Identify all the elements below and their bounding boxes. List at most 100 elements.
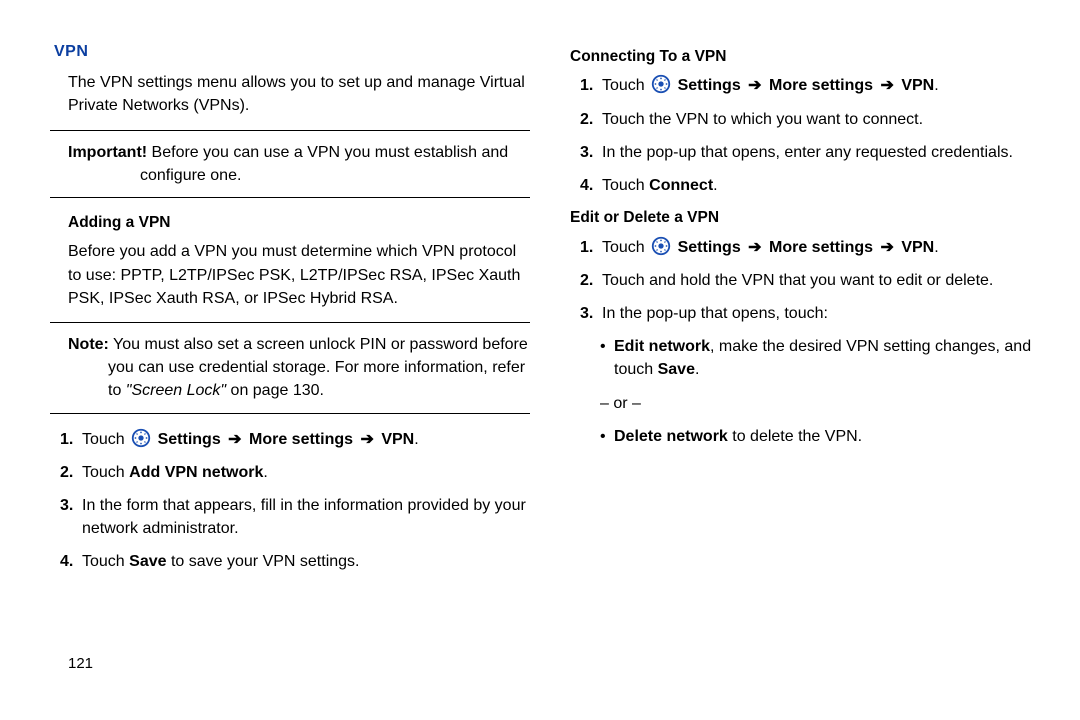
step-text: Touch Settings ➔ More settings ➔ VPN. (602, 236, 1050, 259)
period: . (263, 464, 267, 481)
arrow-icon: ➔ (357, 431, 376, 448)
note-ref: "Screen Lock" (126, 382, 226, 399)
important-label: Important! (68, 144, 147, 161)
note-text: Note: You must also set a screen unlock … (68, 333, 530, 403)
adding-step-1: 1. Touch Settings ➔ More settings ➔ VPN. (60, 428, 530, 451)
delete-network-label: Delete network (614, 428, 728, 445)
step-number: 1. (580, 236, 602, 259)
edit-bullet-1: • Edit network, make the desired VPN set… (600, 335, 1050, 381)
period: . (695, 361, 699, 378)
step-text: Touch Settings ➔ More settings ➔ VPN. (602, 74, 1050, 97)
step-text: Touch Connect. (602, 174, 1050, 197)
intro-text: The VPN settings menu allows you to set … (68, 71, 530, 117)
step-number: 3. (580, 141, 602, 164)
section-title-vpn: VPN (54, 40, 530, 63)
step-number: 2. (60, 461, 82, 484)
step-text: In the form that appears, fill in the in… (82, 494, 530, 540)
settings-icon (651, 74, 671, 94)
bullet-body: to delete the VPN. (728, 428, 862, 445)
bullet-text: Delete network to delete the VPN. (614, 425, 1050, 448)
step-text: In the pop-up that opens, touch: (602, 302, 1050, 325)
vpn-label: VPN (897, 77, 934, 94)
period: . (414, 431, 418, 448)
adding-step-3: 3. In the form that appears, fill in the… (60, 494, 530, 540)
connecting-step-4: 4. Touch Connect. (580, 174, 1050, 197)
connecting-step-3: 3. In the pop-up that opens, enter any r… (580, 141, 1050, 164)
edit-steps: 1. Touch Settings ➔ More settings ➔ VPN.… (570, 236, 1050, 326)
step-text: Touch Settings ➔ More settings ➔ VPN. (82, 428, 530, 451)
page-number: 121 (68, 653, 530, 675)
edit-step-2: 2. Touch and hold the VPN that you want … (580, 269, 1050, 292)
adding-vpn-intro: Before you add a VPN you must determine … (68, 240, 530, 310)
edit-network-label: Edit network (614, 338, 710, 355)
more-settings-label: More settings (765, 239, 878, 256)
more-settings-label: More settings (765, 77, 878, 94)
connecting-steps: 1. Touch Settings ➔ More settings ➔ VPN.… (570, 74, 1050, 197)
settings-icon (651, 236, 671, 256)
step-text: Touch and hold the VPN that you want to … (602, 269, 1050, 292)
arrow-icon: ➔ (745, 77, 764, 94)
save-label: Save (129, 553, 166, 570)
add-vpn-network-label: Add VPN network (129, 464, 263, 481)
step-number: 4. (580, 174, 602, 197)
step-number: 1. (580, 74, 602, 97)
bullet-dot: • (600, 335, 614, 381)
touch-label: Touch (602, 77, 649, 94)
step-number: 3. (60, 494, 82, 517)
important-body: Before you can use a VPN you must establ… (140, 144, 508, 184)
step-text: Touch Save to save your VPN settings. (82, 550, 530, 573)
touch-label: Touch (82, 553, 129, 570)
right-column: Connecting To a VPN 1. Touch Settings ➔ … (570, 40, 1050, 675)
bullet-dot: • (600, 425, 614, 448)
save-tail: to save your VPN settings. (167, 553, 360, 570)
period: . (713, 177, 717, 194)
adding-step-4: 4. Touch Save to save your VPN settings. (60, 550, 530, 573)
edit-title: Edit or Delete a VPN (570, 207, 1050, 229)
step-text: Touch the VPN to which you want to conne… (602, 108, 1050, 131)
note-label: Note: (68, 336, 109, 353)
important-box: Important! Before you can use a VPN you … (50, 130, 530, 198)
note-box: Note: You must also set a screen unlock … (50, 322, 530, 414)
settings-label: Settings (678, 77, 746, 94)
step-number: 2. (580, 269, 602, 292)
left-column: VPN The VPN settings menu allows you to … (50, 40, 530, 675)
step-number: 1. (60, 428, 82, 451)
arrow-icon: ➔ (745, 239, 764, 256)
vpn-label: VPN (897, 239, 934, 256)
edit-step-1: 1. Touch Settings ➔ More settings ➔ VPN. (580, 236, 1050, 259)
step-number: 3. (580, 302, 602, 325)
arrow-icon: ➔ (877, 239, 896, 256)
settings-label: Settings (158, 431, 226, 448)
edit-step-3: 3. In the pop-up that opens, touch: (580, 302, 1050, 325)
important-text: Important! Before you can use a VPN you … (68, 141, 530, 187)
settings-label: Settings (678, 239, 746, 256)
step-text: Touch Add VPN network. (82, 461, 530, 484)
step-number: 2. (580, 108, 602, 131)
step-text: In the pop-up that opens, enter any requ… (602, 141, 1050, 164)
period: . (934, 239, 938, 256)
connect-label: Connect (649, 177, 713, 194)
bullet-text: Edit network, make the desired VPN setti… (614, 335, 1050, 381)
adding-steps: 1. Touch Settings ➔ More settings ➔ VPN.… (50, 428, 530, 574)
touch-label: Touch (82, 431, 129, 448)
connecting-step-1: 1. Touch Settings ➔ More settings ➔ VPN. (580, 74, 1050, 97)
settings-icon (131, 428, 151, 448)
period: . (934, 77, 938, 94)
arrow-icon: ➔ (225, 431, 244, 448)
note-tail: on page 130. (226, 382, 324, 399)
connecting-step-2: 2. Touch the VPN to which you want to co… (580, 108, 1050, 131)
touch-label: Touch (82, 464, 129, 481)
vpn-label: VPN (377, 431, 414, 448)
adding-vpn-title: Adding a VPN (68, 212, 530, 234)
manual-page: VPN The VPN settings menu allows you to … (0, 0, 1080, 695)
arrow-icon: ➔ (877, 77, 896, 94)
touch-label: Touch (602, 177, 649, 194)
step-number: 4. (60, 550, 82, 573)
save-label: Save (658, 361, 695, 378)
touch-label: Touch (602, 239, 649, 256)
edit-bullets: • Edit network, make the desired VPN set… (580, 335, 1050, 381)
or-separator: – or – (600, 392, 1050, 415)
edit-bullet-2: • Delete network to delete the VPN. (600, 425, 1050, 448)
edit-bullets-2: • Delete network to delete the VPN. (580, 425, 1050, 448)
connecting-title: Connecting To a VPN (570, 46, 1050, 68)
